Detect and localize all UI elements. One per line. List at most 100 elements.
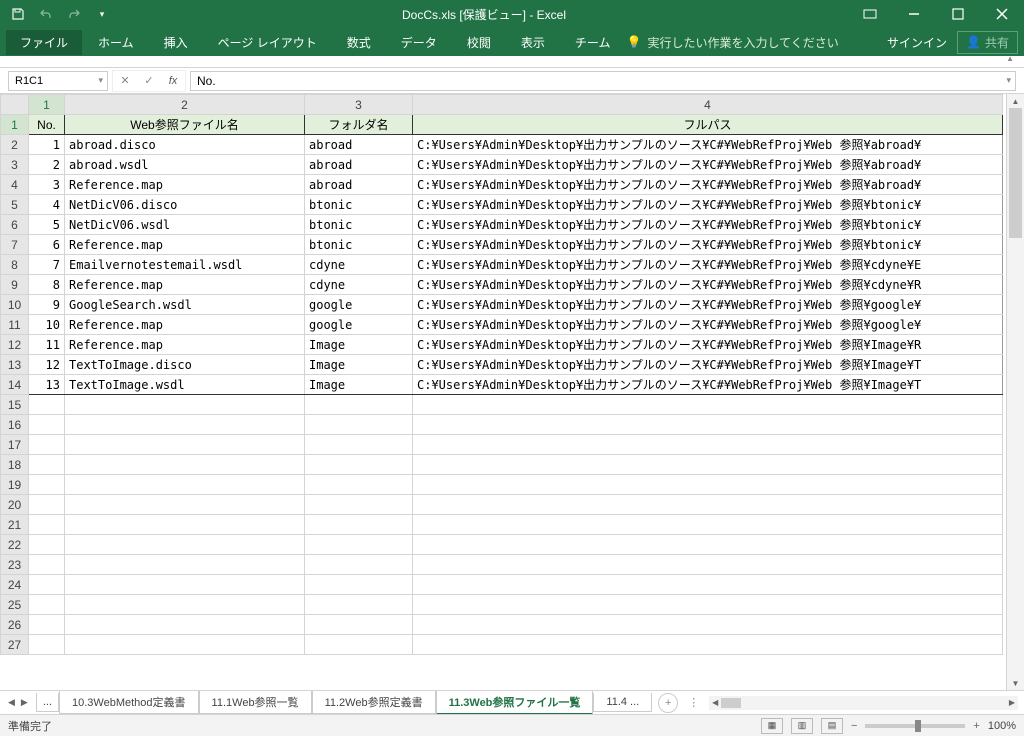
cell[interactable] <box>305 515 413 535</box>
col-head-4[interactable]: 4 <box>413 95 1003 115</box>
row-head[interactable]: 26 <box>1 615 29 635</box>
row-head[interactable]: 10 <box>1 295 29 315</box>
cell[interactable] <box>413 475 1003 495</box>
save-icon[interactable] <box>10 6 26 22</box>
row-head[interactable]: 7 <box>1 235 29 255</box>
cell[interactable]: C:¥Users¥Admin¥Desktop¥出力サンプルのソース¥C#¥Web… <box>413 235 1003 255</box>
row-head[interactable]: 19 <box>1 475 29 495</box>
sheet-tab-2[interactable]: 11.1Web参照一覧 <box>199 691 312 714</box>
cell[interactable]: Emailvernotestemail.wsdl <box>65 255 305 275</box>
row-head[interactable]: 27 <box>1 635 29 655</box>
sheet-tab-3[interactable]: 11.2Web参照定義書 <box>312 691 436 714</box>
signin-link[interactable]: サインイン <box>887 34 947 51</box>
vertical-scrollbar[interactable]: ▲ ▼ <box>1006 94 1024 690</box>
cell[interactable] <box>29 515 65 535</box>
cell[interactable] <box>65 555 305 575</box>
cell[interactable]: 1 <box>29 135 65 155</box>
ribbon-collapse-bar[interactable] <box>0 56 1024 68</box>
scroll-right-icon[interactable]: ▶ <box>1006 696 1018 710</box>
cell[interactable]: Reference.map <box>65 235 305 255</box>
cell[interactable]: abroad <box>305 175 413 195</box>
cell[interactable] <box>29 615 65 635</box>
cell[interactable] <box>305 395 413 415</box>
cell[interactable]: C:¥Users¥Admin¥Desktop¥出力サンプルのソース¥C#¥Web… <box>413 255 1003 275</box>
cell[interactable] <box>413 575 1003 595</box>
cell[interactable]: C:¥Users¥Admin¥Desktop¥出力サンプルのソース¥C#¥Web… <box>413 295 1003 315</box>
cell[interactable] <box>413 615 1003 635</box>
row-head[interactable]: 17 <box>1 435 29 455</box>
cell[interactable] <box>305 495 413 515</box>
cell[interactable]: C:¥Users¥Admin¥Desktop¥出力サンプルのソース¥C#¥Web… <box>413 355 1003 375</box>
row-head[interactable]: 9 <box>1 275 29 295</box>
cell[interactable] <box>29 435 65 455</box>
cell[interactable] <box>65 515 305 535</box>
cell[interactable] <box>305 635 413 655</box>
tab-nav-prev-icon[interactable]: ◀ <box>8 697 15 708</box>
col-head-2[interactable]: 2 <box>65 95 305 115</box>
row-head[interactable]: 22 <box>1 535 29 555</box>
zoom-level[interactable]: 100% <box>988 720 1016 732</box>
cell[interactable] <box>29 535 65 555</box>
new-sheet-button[interactable]: + <box>658 693 678 713</box>
cell[interactable] <box>65 635 305 655</box>
cell[interactable] <box>65 455 305 475</box>
header-folder[interactable]: フォルダ名 <box>305 115 413 135</box>
cell[interactable] <box>65 435 305 455</box>
col-head-1[interactable]: 1 <box>29 95 65 115</box>
cell[interactable] <box>305 595 413 615</box>
cell[interactable] <box>65 615 305 635</box>
cell[interactable]: NetDicV06.disco <box>65 195 305 215</box>
zoom-in-button[interactable]: + <box>973 720 979 732</box>
vscroll-thumb[interactable] <box>1009 108 1022 238</box>
tab-data[interactable]: データ <box>387 30 451 55</box>
cell[interactable] <box>413 495 1003 515</box>
row-head[interactable]: 1 <box>1 115 29 135</box>
cell[interactable]: 2 <box>29 155 65 175</box>
scroll-down-icon[interactable]: ▼ <box>1007 676 1024 690</box>
header-no[interactable]: No. <box>29 115 65 135</box>
cell[interactable] <box>65 575 305 595</box>
cell[interactable] <box>29 495 65 515</box>
cell[interactable]: google <box>305 315 413 335</box>
row-head[interactable]: 13 <box>1 355 29 375</box>
redo-icon[interactable] <box>66 6 82 22</box>
cell[interactable] <box>305 415 413 435</box>
ribbon-display-icon[interactable] <box>848 0 892 28</box>
cell[interactable]: 7 <box>29 255 65 275</box>
sheet-tab-5[interactable]: 11.4 ... <box>593 693 652 712</box>
cell[interactable]: Reference.map <box>65 175 305 195</box>
undo-icon[interactable] <box>38 6 54 22</box>
cell[interactable] <box>305 435 413 455</box>
row-head[interactable]: 18 <box>1 455 29 475</box>
col-head-3[interactable]: 3 <box>305 95 413 115</box>
cell[interactable]: C:¥Users¥Admin¥Desktop¥出力サンプルのソース¥C#¥Web… <box>413 215 1003 235</box>
tab-home[interactable]: ホーム <box>84 30 148 55</box>
row-head[interactable]: 21 <box>1 515 29 535</box>
cell[interactable]: C:¥Users¥Admin¥Desktop¥出力サンプルのソース¥C#¥Web… <box>413 275 1003 295</box>
formula-input[interactable]: No. <box>190 71 1016 91</box>
cell[interactable] <box>413 535 1003 555</box>
cell[interactable] <box>413 515 1003 535</box>
cell[interactable]: abroad <box>305 135 413 155</box>
cell[interactable]: google <box>305 295 413 315</box>
close-icon[interactable] <box>980 0 1024 28</box>
cell[interactable]: Reference.map <box>65 275 305 295</box>
tab-insert[interactable]: 挿入 <box>150 30 202 55</box>
row-head[interactable]: 23 <box>1 555 29 575</box>
cell[interactable]: 12 <box>29 355 65 375</box>
enter-formula-icon[interactable]: ✓ <box>137 71 161 91</box>
cell[interactable]: TextToImage.wsdl <box>65 375 305 395</box>
minimize-icon[interactable] <box>892 0 936 28</box>
cell[interactable]: C:¥Users¥Admin¥Desktop¥出力サンプルのソース¥C#¥Web… <box>413 375 1003 395</box>
cell[interactable] <box>29 415 65 435</box>
cell[interactable] <box>305 615 413 635</box>
cell[interactable]: C:¥Users¥Admin¥Desktop¥出力サンプルのソース¥C#¥Web… <box>413 335 1003 355</box>
tab-team[interactable]: チーム <box>561 30 625 55</box>
tab-file[interactable]: ファイル <box>6 30 82 55</box>
share-button[interactable]: 👤 共有 <box>957 31 1018 54</box>
tab-pagelayout[interactable]: ページ レイアウト <box>204 30 331 55</box>
cell[interactable] <box>29 475 65 495</box>
row-head[interactable]: 11 <box>1 315 29 335</box>
tab-view[interactable]: 表示 <box>507 30 559 55</box>
cell[interactable]: 3 <box>29 175 65 195</box>
